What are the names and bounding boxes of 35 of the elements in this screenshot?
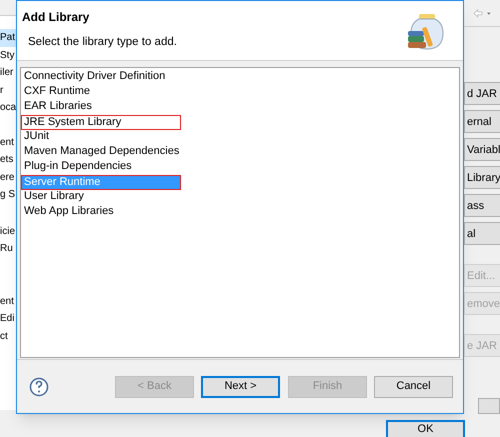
library-item[interactable]: User Library — [21, 190, 459, 205]
library-item[interactable]: JUnit — [21, 130, 459, 145]
dialog-button[interactable]: Cancel — [374, 376, 453, 398]
library-item[interactable]: Connectivity Driver Definition — [21, 70, 459, 85]
side-button[interactable]: al — [464, 222, 500, 246]
side-button[interactable]: ernal — [464, 110, 500, 134]
panel-label[interactable]: g S — [0, 186, 16, 204]
panel-label[interactable]: ere — [0, 168, 16, 186]
side-button[interactable]: d JAR — [464, 82, 500, 106]
panel-label[interactable]: oca — [0, 99, 16, 116]
side-button[interactable]: Variabl — [464, 138, 500, 162]
dialog-title: Add Library — [22, 9, 90, 26]
dialog-subtitle: Select the library type to add. — [27, 35, 177, 50]
panel-label[interactable]: r — [0, 82, 16, 99]
panel-label[interactable]: iler — [0, 64, 16, 82]
ok-button[interactable]: OK — [386, 420, 465, 437]
library-item[interactable]: Maven Managed Dependencies — [21, 145, 459, 160]
panel-label[interactable]: ct — [0, 328, 16, 345]
panel-label[interactable]: Pat — [0, 29, 16, 46]
panel-label[interactable]: ets — [0, 151, 16, 168]
library-item[interactable]: Web App Libraries — [21, 205, 459, 220]
library-item[interactable]: EAR Libraries — [21, 100, 459, 115]
help-icon[interactable] — [29, 376, 49, 396]
library-item[interactable]: Plug-in Dependencies — [21, 160, 459, 175]
dialog-button[interactable]: Next > — [201, 376, 280, 398]
panel-label[interactable]: ent — [0, 292, 16, 310]
panel-label[interactable]: Edi — [0, 310, 16, 328]
side-button[interactable]: ass — [464, 194, 500, 218]
panel-label[interactable]: ent — [0, 134, 16, 151]
library-item[interactable]: CXF Runtime — [21, 85, 459, 100]
panel-label[interactable]: Ru — [0, 240, 16, 258]
side-button[interactable] — [478, 398, 500, 414]
library-item[interactable]: JRE System Library — [21, 115, 181, 130]
panel-label[interactable]: icie — [0, 222, 16, 240]
panel-label[interactable]: Sty — [0, 46, 16, 64]
